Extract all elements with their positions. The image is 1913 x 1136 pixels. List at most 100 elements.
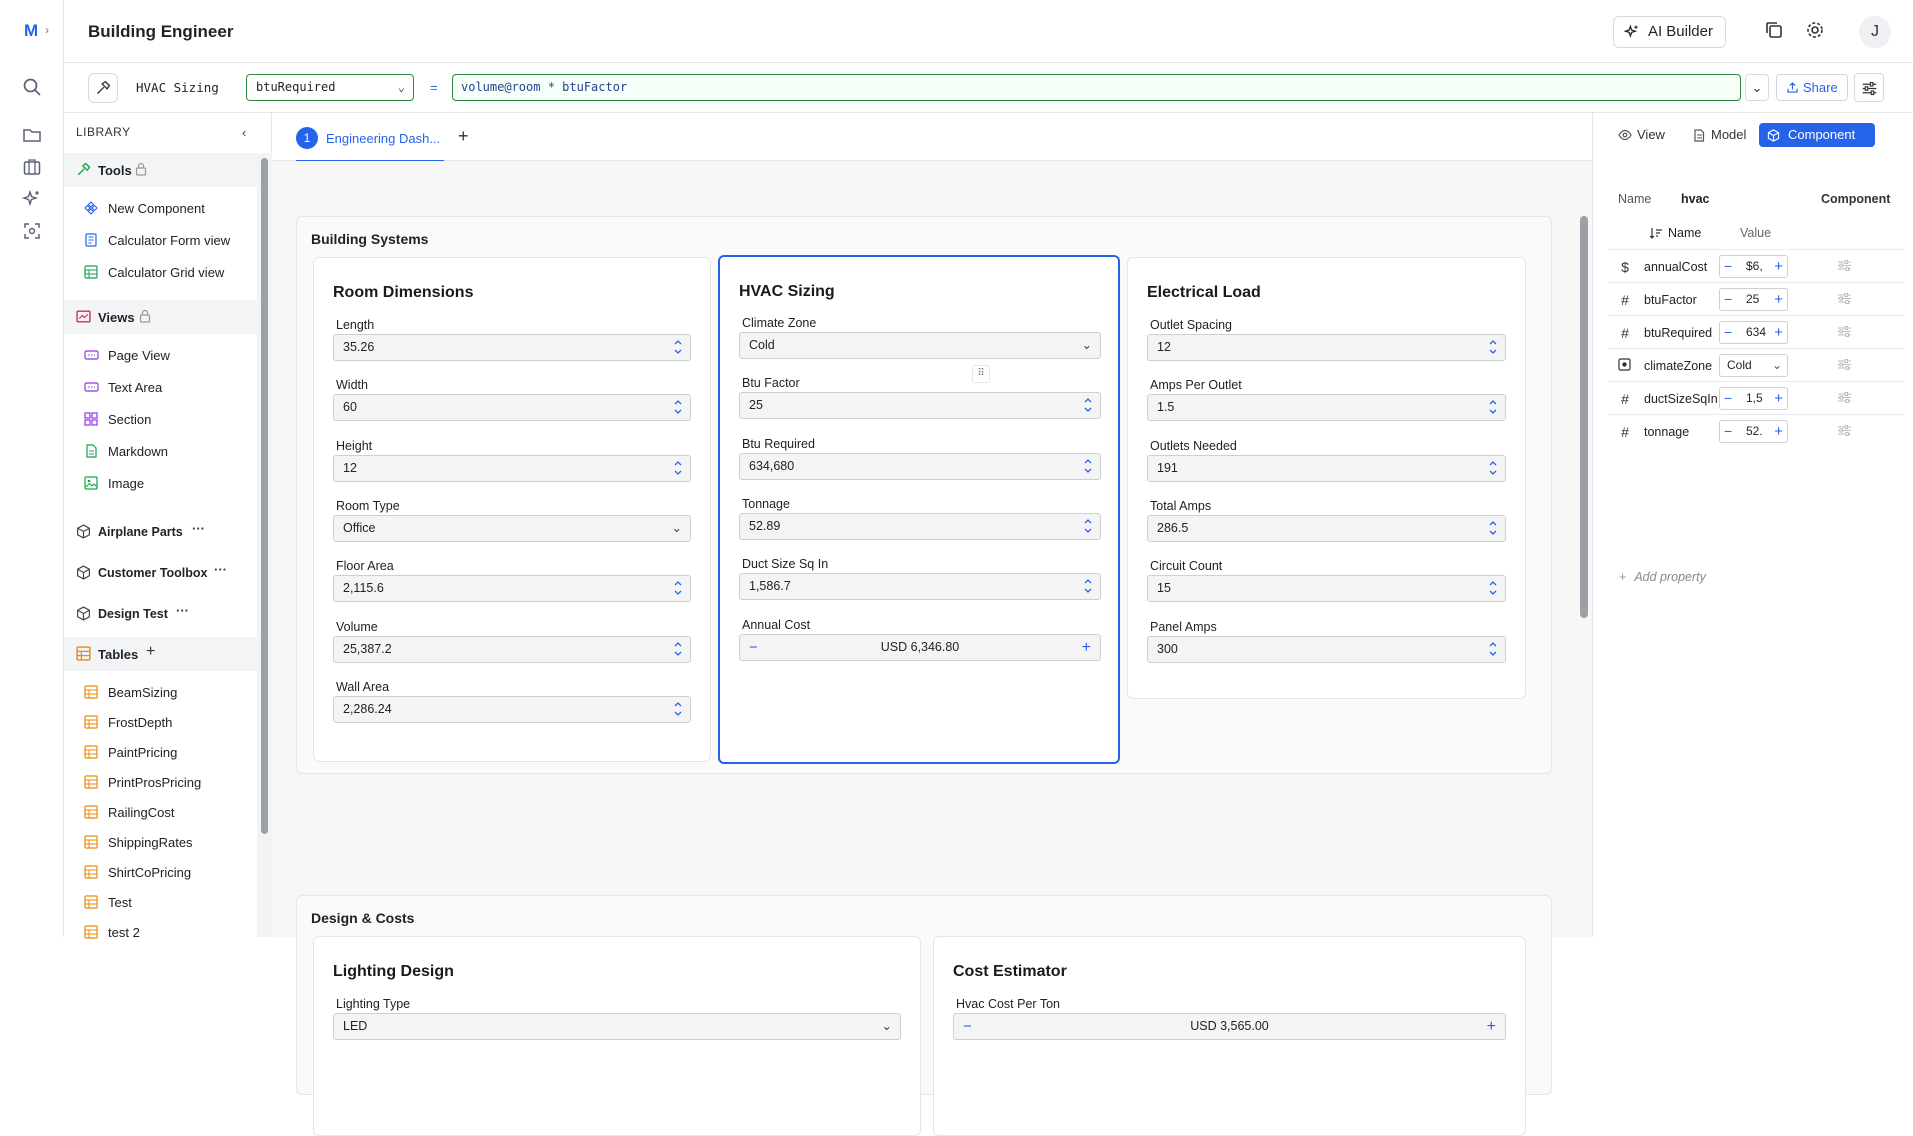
column-name-header[interactable]: Name — [1668, 226, 1701, 240]
sliders-icon[interactable] — [1837, 424, 1852, 437]
more-icon[interactable]: ··· — [214, 562, 227, 577]
stepper-icon[interactable] — [1488, 459, 1498, 477]
library-item-markdown[interactable]: Markdown — [64, 437, 257, 467]
add-tab-icon[interactable]: + — [458, 126, 469, 147]
property-value-stepper[interactable]: −52. + — [1719, 420, 1788, 443]
property-value-stepper[interactable]: −25 + — [1719, 288, 1788, 311]
sparkles-icon[interactable] — [22, 189, 44, 211]
hammer-tool-button[interactable] — [88, 73, 118, 103]
stepper-icon[interactable] — [1488, 579, 1498, 597]
drag-handle-icon[interactable]: ⠿ — [972, 365, 990, 383]
group-tables[interactable]: Tables + — [64, 637, 257, 671]
mode-component-button[interactable]: Component — [1759, 123, 1875, 147]
field-input[interactable]: 25 — [739, 392, 1101, 420]
stepper-icon[interactable] — [1083, 396, 1093, 414]
field-input[interactable]: 15 — [1147, 575, 1506, 603]
stepper-icon[interactable] — [673, 700, 683, 718]
property-value-stepper[interactable]: −634 + — [1719, 321, 1788, 344]
briefcase-icon[interactable] — [22, 157, 44, 179]
add-table-icon[interactable]: + — [146, 643, 155, 661]
stepper-icon[interactable] — [673, 640, 683, 658]
field-input[interactable]: Cold ⌄ — [739, 332, 1101, 359]
stepper-icon[interactable] — [673, 459, 683, 477]
plus-icon[interactable]: + — [1774, 388, 1783, 409]
field-input[interactable]: 12 — [1147, 334, 1506, 361]
field-input[interactable]: 60 — [333, 394, 691, 422]
stepper-icon[interactable] — [1488, 338, 1498, 356]
ai-builder-button[interactable]: AI Builder — [1612, 16, 1726, 48]
collapse-icon[interactable]: ‹ — [242, 125, 246, 140]
canvas-scrollbar[interactable] — [1580, 216, 1588, 618]
sliders-icon[interactable] — [1837, 391, 1852, 404]
property-value-stepper[interactable]: −1,5 + — [1719, 387, 1788, 410]
field-input[interactable]: Office ⌄ — [333, 514, 691, 542]
sliders-icon[interactable] — [1837, 292, 1852, 305]
field-input[interactable]: − USD 3,565.00 + — [953, 1013, 1506, 1040]
chevron-right-icon[interactable]: › — [45, 23, 49, 37]
gear-icon[interactable] — [1805, 20, 1827, 42]
library-item-section[interactable]: Section — [64, 405, 257, 435]
sliders-icon[interactable] — [1837, 259, 1852, 272]
field-input[interactable]: 1,586.7 — [739, 573, 1101, 601]
property-row[interactable]: # btuRequired −634 + — [1608, 315, 1904, 348]
library-table-item[interactable]: PaintPricing — [64, 738, 257, 768]
plus-icon[interactable]: + — [1082, 635, 1091, 660]
sliders-button[interactable] — [1854, 73, 1884, 102]
library-item-text-area[interactable]: Text Area — [64, 373, 257, 403]
card-lighting-design[interactable]: Lighting Design Lighting Type LED ⌄ — [313, 936, 921, 1136]
sort-icon[interactable] — [1649, 227, 1663, 240]
mode-view-button[interactable]: View — [1610, 123, 1676, 147]
stepper-icon[interactable] — [673, 338, 683, 356]
field-input[interactable]: 12 — [333, 454, 691, 482]
sliders-icon[interactable] — [1837, 325, 1852, 338]
field-input[interactable]: − USD 6,346.80 + — [739, 633, 1101, 661]
property-row[interactable]: # tonnage −52. + — [1608, 414, 1904, 447]
field-input[interactable]: 300 — [1147, 635, 1506, 663]
library-item-new-component[interactable]: New Component — [64, 194, 257, 224]
component-name-value[interactable]: hvac — [1681, 192, 1710, 206]
scan-icon[interactable] — [22, 221, 44, 243]
library-item-image[interactable]: Image — [64, 469, 257, 499]
plus-icon[interactable]: + — [1774, 256, 1783, 277]
plus-icon[interactable]: + — [1774, 289, 1783, 310]
group-airplane-parts[interactable]: Airplane Parts ··· — [64, 515, 257, 549]
library-item-calculator-form[interactable]: Calculator Form view — [64, 226, 257, 256]
copy-icon[interactable] — [1764, 20, 1786, 42]
stepper-icon[interactable] — [1083, 517, 1093, 535]
stepper-icon[interactable] — [1488, 640, 1498, 658]
minus-icon[interactable]: − — [1724, 421, 1732, 442]
library-table-item[interactable]: FrostDepth — [64, 708, 257, 738]
field-input[interactable]: 52.89 — [739, 512, 1101, 540]
group-customer-toolbox[interactable]: Customer Toolbox ··· — [64, 556, 257, 590]
group-views[interactable]: Views — [64, 300, 257, 334]
stepper-icon[interactable] — [673, 398, 683, 416]
field-input[interactable]: 35.26 — [333, 334, 691, 361]
property-row[interactable]: $ annualCost − $6, + — [1608, 249, 1904, 282]
minus-icon[interactable]: − — [1724, 322, 1732, 343]
plus-icon[interactable]: + — [1487, 1014, 1496, 1039]
library-table-item[interactable]: ShippingRates — [64, 828, 257, 858]
share-button[interactable]: Share — [1776, 74, 1848, 101]
field-input[interactable]: 2,115.6 — [333, 575, 691, 603]
group-tools[interactable]: Tools — [64, 153, 257, 187]
stepper-icon[interactable] — [1083, 457, 1093, 475]
app-logo[interactable]: M — [24, 21, 38, 41]
library-item-page-view[interactable]: Page View — [64, 341, 257, 371]
property-row[interactable]: climateZone Cold ⌄ — [1608, 348, 1904, 381]
property-row[interactable]: # btuFactor −25 + — [1608, 282, 1904, 315]
library-table-item[interactable]: Test — [64, 888, 257, 918]
mode-model-button[interactable]: Model — [1685, 123, 1755, 147]
stepper-icon[interactable] — [1488, 398, 1498, 416]
more-icon[interactable]: ··· — [176, 603, 189, 618]
card-hvac-sizing[interactable]: HVAC Sizing Climate Zone Cold ⌄ Btu Factor 25… — [718, 255, 1120, 764]
card-room-dimensions[interactable]: Room Dimensions Length 35.26 Width 60 Height 1… — [313, 257, 711, 762]
search-icon[interactable] — [22, 77, 44, 99]
minus-icon[interactable]: − — [1724, 289, 1732, 310]
add-property-button[interactable]: + Add property — [1619, 570, 1706, 584]
library-table-item[interactable]: RailingCost — [64, 798, 257, 828]
field-input[interactable]: LED ⌄ — [333, 1013, 901, 1040]
property-value-stepper[interactable]: − $6, + — [1719, 255, 1788, 278]
stepper-icon[interactable] — [1488, 519, 1498, 537]
minus-icon[interactable]: − — [1724, 388, 1732, 409]
property-row[interactable]: # ductSizeSqIn −1,5 + — [1608, 381, 1904, 414]
